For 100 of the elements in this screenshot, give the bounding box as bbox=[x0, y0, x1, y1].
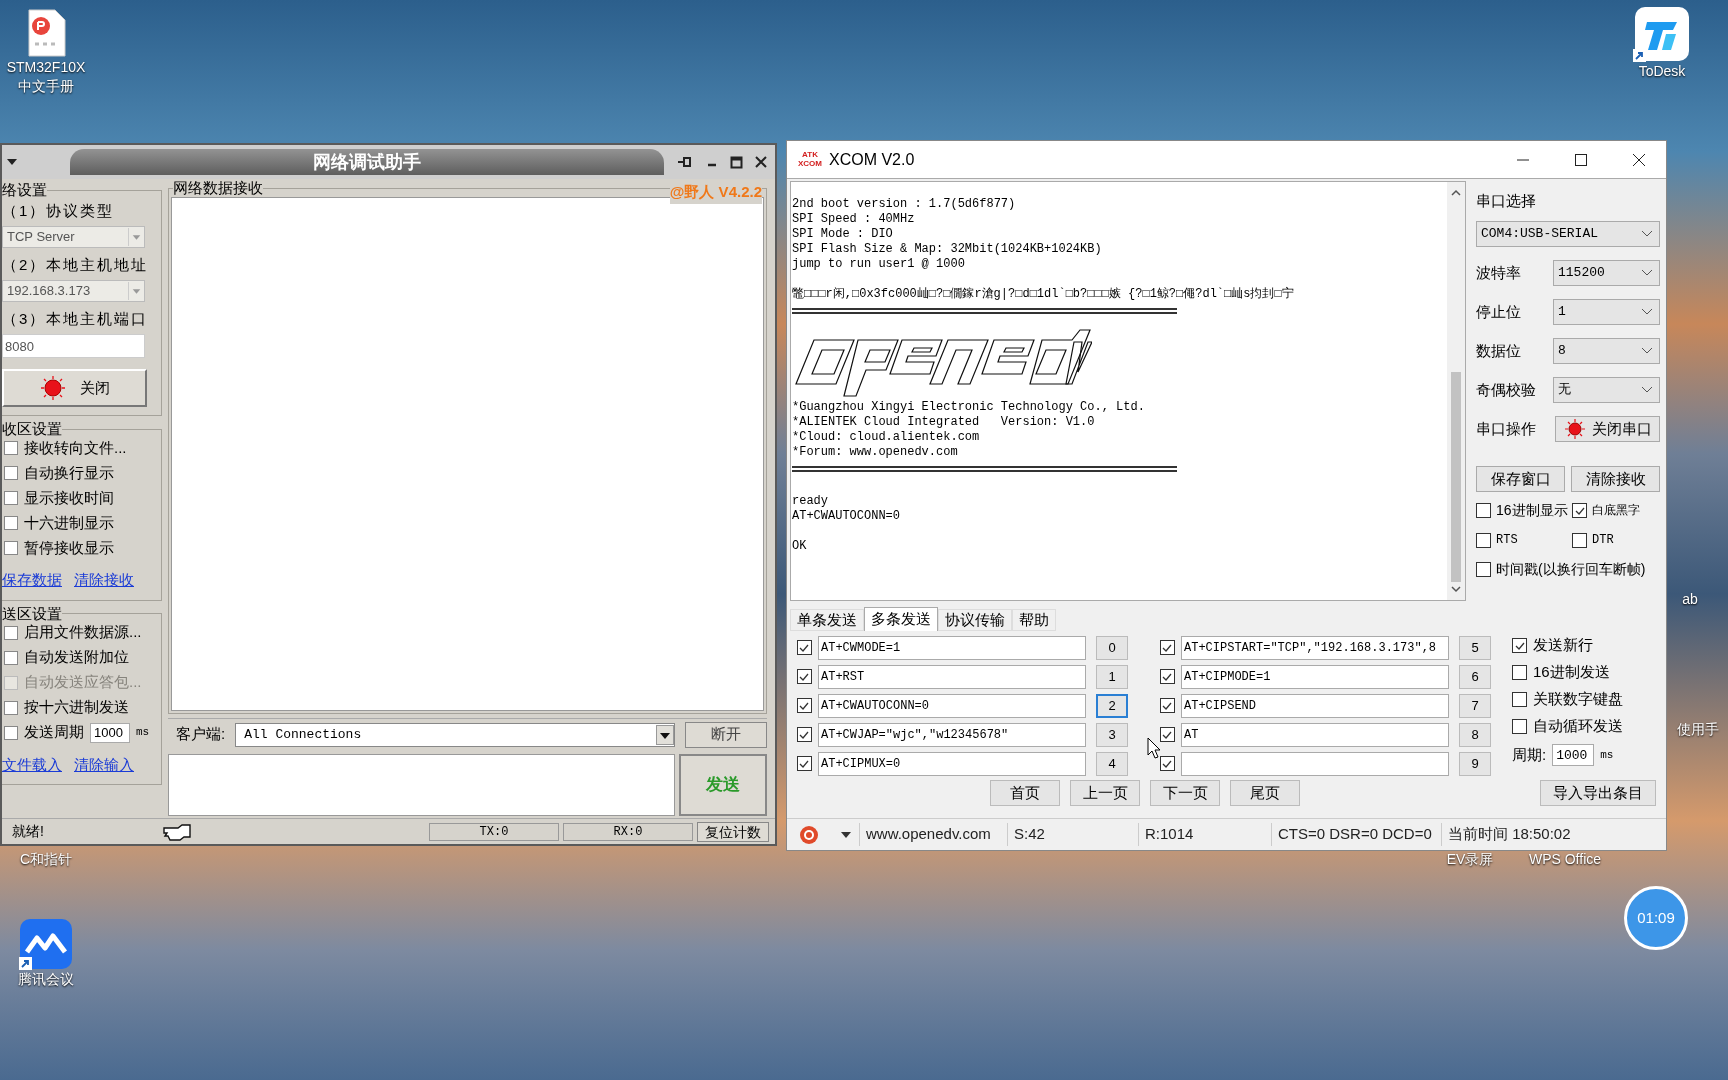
action-button[interactable]: 清除接收 bbox=[1571, 466, 1660, 492]
command-field[interactable]: AT+CIPSEND bbox=[1181, 693, 1449, 718]
close-icon[interactable] bbox=[1632, 152, 1646, 167]
checkbox[interactable] bbox=[4, 725, 18, 740]
field-label: 停止位 bbox=[1476, 301, 1521, 322]
checkbox[interactable] bbox=[796, 698, 812, 713]
page-button[interactable]: 上一页 bbox=[1070, 780, 1140, 806]
checkbox[interactable] bbox=[1159, 756, 1175, 771]
dropdown[interactable]: 8 bbox=[1553, 338, 1660, 364]
field-label: （1）协议类型 bbox=[2, 201, 116, 221]
link[interactable]: 保存数据 bbox=[2, 569, 62, 592]
checkbox[interactable] bbox=[1159, 727, 1175, 742]
command-field[interactable]: AT+CWAUTOCONN=0 bbox=[818, 693, 1086, 718]
command-field[interactable]: AT+CWJAP="wjc","w12345678" bbox=[818, 722, 1086, 747]
send-text-area[interactable] bbox=[168, 754, 675, 816]
command-field[interactable]: AT+CIPMUX=0 bbox=[818, 751, 1086, 776]
checkbox[interactable] bbox=[1159, 669, 1175, 684]
icon-label[interactable]: STM32F10X bbox=[6, 58, 86, 77]
import-export-button[interactable]: 导入导出条目 bbox=[1540, 780, 1656, 806]
tab[interactable]: 帮助 bbox=[1012, 609, 1056, 631]
send-entry-button[interactable]: 2 bbox=[1096, 693, 1128, 718]
checkbox[interactable] bbox=[1512, 638, 1527, 653]
send-entry-button[interactable]: 8 bbox=[1459, 722, 1491, 747]
checkbox[interactable] bbox=[1159, 698, 1175, 713]
checkbox[interactable] bbox=[1159, 640, 1175, 655]
checkbox[interactable] bbox=[4, 441, 18, 455]
icon-label[interactable]: 中文手册 bbox=[18, 77, 74, 96]
reset-count-button[interactable]: 复位计数 bbox=[697, 821, 769, 842]
send-entry-button[interactable]: 1 bbox=[1096, 664, 1128, 689]
checkbox[interactable] bbox=[4, 466, 18, 480]
app-icon[interactable] bbox=[19, 918, 73, 970]
command-field[interactable]: AT bbox=[1181, 722, 1449, 747]
app-icon[interactable] bbox=[1633, 6, 1691, 62]
send-entry-button[interactable]: 7 bbox=[1459, 693, 1491, 718]
maximize-icon[interactable] bbox=[1574, 152, 1588, 167]
dropdown[interactable]: 无 bbox=[1553, 377, 1660, 403]
icon-label[interactable]: 腾讯会议 bbox=[18, 970, 74, 989]
command-field[interactable]: AT+RST bbox=[818, 664, 1086, 689]
icon-label[interactable]: ab bbox=[1682, 590, 1698, 609]
send-entry-button[interactable]: 3 bbox=[1096, 722, 1128, 747]
action-button[interactable]: 保存窗口 bbox=[1476, 466, 1565, 492]
output-line: *ALIENTEK Cloud Integrated Version: V1.0 bbox=[792, 415, 1096, 430]
checkbox[interactable] bbox=[4, 625, 18, 640]
scrollbar[interactable] bbox=[1447, 182, 1465, 600]
checkbox[interactable] bbox=[4, 491, 18, 505]
dropdown[interactable]: COM4:USB-SERIAL bbox=[1476, 221, 1660, 247]
checkbox[interactable] bbox=[4, 541, 18, 555]
checkbox[interactable] bbox=[1512, 692, 1527, 707]
scrollbar-thumb[interactable] bbox=[1451, 372, 1461, 582]
checkbox[interactable] bbox=[1512, 719, 1527, 734]
checkbox[interactable] bbox=[1476, 562, 1491, 577]
dropdown[interactable]: 1 bbox=[1553, 299, 1660, 325]
field-label: 奇偶校验 bbox=[1476, 379, 1536, 400]
checkbox[interactable] bbox=[1572, 503, 1587, 518]
command-field[interactable]: AT+CIPSTART="TCP","192.168.3.173",8 bbox=[1181, 635, 1449, 660]
checkbox[interactable] bbox=[1572, 532, 1587, 548]
page-button[interactable]: 尾页 bbox=[1230, 780, 1300, 806]
checkbox-label: 十六进制显示 bbox=[24, 512, 114, 533]
disconnect-button[interactable]: 断开 bbox=[685, 721, 767, 748]
checkbox[interactable] bbox=[1512, 665, 1527, 680]
tab[interactable]: 多条发送 bbox=[864, 607, 938, 631]
command-field[interactable]: AT+CWMODE=1 bbox=[818, 635, 1086, 660]
send-entry-button[interactable]: 5 bbox=[1459, 635, 1491, 660]
period-field[interactable]: 1000 bbox=[90, 722, 130, 743]
status-text: S:42 bbox=[1007, 823, 1130, 846]
close-icon[interactable] bbox=[755, 156, 767, 168]
client-dropdown[interactable]: All Connections bbox=[235, 722, 675, 747]
command-field[interactable] bbox=[1181, 751, 1449, 776]
link[interactable]: 文件载入 bbox=[2, 753, 62, 776]
dropdown-caret-icon[interactable] bbox=[841, 831, 851, 838]
maximize-icon[interactable] bbox=[730, 155, 743, 169]
record-icon[interactable] bbox=[799, 824, 819, 845]
checkbox[interactable] bbox=[796, 640, 812, 655]
checkbox[interactable] bbox=[796, 756, 812, 771]
page-button[interactable]: 下一页 bbox=[1150, 780, 1220, 806]
dropdown[interactable]: 115200 bbox=[1553, 260, 1660, 286]
checkbox[interactable] bbox=[796, 669, 812, 684]
link[interactable]: 清除输入 bbox=[74, 753, 134, 776]
send-entry-button[interactable]: 6 bbox=[1459, 664, 1491, 689]
checkbox[interactable] bbox=[4, 516, 18, 530]
close-button[interactable]: 关闭 bbox=[2, 369, 147, 407]
send-entry-button[interactable]: 0 bbox=[1096, 635, 1128, 660]
pin-icon[interactable] bbox=[676, 154, 694, 170]
period-field[interactable]: 1000 bbox=[1552, 744, 1595, 766]
checkbox[interactable] bbox=[4, 700, 18, 715]
dropdown-caret-icon[interactable] bbox=[6, 158, 18, 166]
close-port-button[interactable]: 关闭串口 bbox=[1555, 416, 1660, 442]
checkbox[interactable] bbox=[796, 727, 812, 742]
link[interactable]: 清除接收 bbox=[74, 569, 134, 592]
send-entry-button[interactable]: 9 bbox=[1459, 751, 1491, 776]
icon-label[interactable]: 使用手 bbox=[1677, 720, 1719, 739]
checkbox[interactable] bbox=[1476, 532, 1491, 548]
icon-label[interactable]: ToDesk bbox=[1638, 62, 1686, 81]
command-field[interactable]: AT+CIPMODE=1 bbox=[1181, 664, 1449, 689]
page-button[interactable]: 首页 bbox=[990, 780, 1060, 806]
tab[interactable]: 协议传输 bbox=[938, 609, 1012, 631]
tab[interactable]: 单条发送 bbox=[790, 609, 864, 631]
checkbox[interactable] bbox=[4, 650, 18, 665]
send-entry-button[interactable]: 4 bbox=[1096, 751, 1128, 776]
checkbox[interactable] bbox=[1476, 503, 1491, 518]
